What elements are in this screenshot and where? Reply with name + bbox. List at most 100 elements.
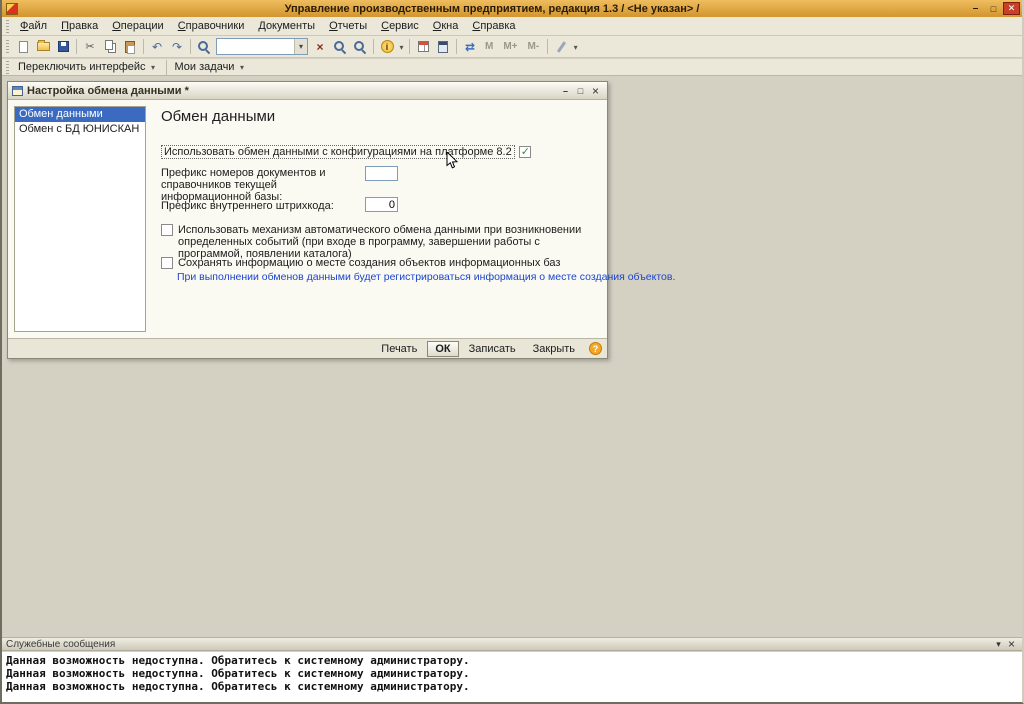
service-menu-button[interactable]	[551, 37, 571, 56]
toolbar-separator	[165, 59, 167, 75]
settings-section-list: Обмен данными Обмен с БД ЮНИСКАН	[14, 106, 146, 332]
write-button[interactable]: Записать	[462, 342, 523, 356]
my-tasks-button[interactable]: Мои задачи	[170, 60, 252, 74]
switch-interface-button[interactable]: Переключить интерфейс	[13, 60, 163, 74]
menu-operations[interactable]: Операции	[105, 18, 170, 34]
menu-help[interactable]: Справка	[465, 18, 522, 34]
redo-button[interactable]	[167, 37, 187, 56]
barcode-prefix-label: Префикс внутреннего штрихкода:	[161, 200, 334, 212]
search-icon	[354, 40, 366, 53]
find-in-list-button[interactable]	[330, 37, 350, 56]
dialog-maximize-button[interactable]	[573, 84, 588, 97]
window-maximize-button[interactable]	[985, 2, 1002, 15]
search-icon	[198, 40, 210, 53]
list-item-data-exchange[interactable]: Обмен данными	[15, 107, 145, 122]
main-toolbar: M M+ M-	[2, 36, 1022, 58]
service-messages-body: Данная возможность недоступна. Обратитес…	[2, 652, 1022, 702]
dialog-body: Обмен данными Обмен с БД ЮНИСКАН Обмен д…	[8, 100, 675, 338]
clear-icon	[316, 40, 323, 54]
close-button[interactable]: Закрыть	[526, 342, 582, 356]
menu-reports[interactable]: Отчеты	[322, 18, 374, 34]
info-icon	[380, 40, 394, 53]
save-location-checkbox[interactable]	[161, 257, 173, 269]
open-folder-icon	[36, 40, 50, 51]
toolbar-separator	[76, 39, 77, 54]
auto-exchange-row: Использовать механизм автоматического об…	[161, 224, 586, 260]
open-button[interactable]	[33, 37, 53, 56]
menu-documents[interactable]: Документы	[251, 18, 322, 34]
toolbar-separator	[456, 39, 457, 54]
menu-file[interactable]: Файл	[13, 18, 54, 34]
toolbar-separator	[373, 39, 374, 54]
memory-subtract-button[interactable]: M-	[523, 41, 545, 52]
info-menu-button[interactable]	[377, 37, 397, 56]
find-next-button[interactable]	[350, 37, 370, 56]
help-button[interactable]	[589, 342, 602, 355]
window-close-button[interactable]	[1003, 2, 1020, 15]
ok-button[interactable]: ОК	[427, 340, 459, 357]
cut-icon	[85, 40, 94, 53]
dialog-minimize-button[interactable]	[558, 84, 573, 97]
copy-button[interactable]	[100, 37, 120, 56]
data-exchange-icon	[465, 40, 475, 54]
memory-recall-button[interactable]: M	[480, 41, 498, 52]
calculator-icon	[438, 40, 448, 53]
undo-button[interactable]	[147, 37, 167, 56]
new-document-icon	[18, 40, 28, 53]
find-button[interactable]	[194, 37, 214, 56]
dialog-titlebar[interactable]: Настройка обмена данными *	[8, 82, 607, 100]
search-icon	[334, 40, 346, 53]
use-exchange-checkbox[interactable]	[518, 145, 531, 158]
exchange-settings-dialog: Настройка обмена данными * Обмен данными…	[7, 81, 675, 359]
menu-windows[interactable]: Окна	[426, 18, 466, 34]
search-combo[interactable]	[216, 38, 308, 55]
prefix-numbers-input[interactable]	[365, 166, 398, 181]
save-button[interactable]	[53, 37, 73, 56]
message-line: Данная возможность недоступна. Обратитес…	[6, 667, 470, 680]
dialog-close-button[interactable]	[588, 84, 603, 97]
toolbar-grip[interactable]	[6, 40, 9, 53]
paste-icon	[125, 40, 135, 54]
messages-close-button[interactable]	[1005, 638, 1018, 650]
toolbar-separator	[190, 39, 191, 54]
save-location-label: Сохранять информацию о месте создания об…	[178, 257, 561, 269]
print-button[interactable]: Печать	[374, 342, 424, 356]
cut-button[interactable]	[80, 37, 100, 56]
calendar-button[interactable]	[413, 37, 433, 56]
search-input[interactable]	[217, 40, 294, 53]
switch-interface-caret-icon	[149, 61, 158, 73]
window-title: Управление производственным предприятием…	[284, 2, 700, 15]
search-combo-caret-icon[interactable]	[294, 39, 307, 54]
mouse-cursor	[446, 150, 459, 173]
auto-exchange-checkbox[interactable]	[161, 224, 173, 236]
paste-button[interactable]	[120, 37, 140, 56]
my-tasks-caret-icon	[237, 61, 246, 73]
calculator-button[interactable]	[433, 37, 453, 56]
exchange-button[interactable]	[460, 37, 480, 56]
info-menu-caret-icon[interactable]	[397, 41, 406, 53]
application-window: Управление производственным предприятием…	[0, 0, 1024, 704]
dialog-footer: Печать ОК Записать Закрыть	[8, 338, 607, 358]
service-messages-panel: Служебные сообщения Данная возможность н…	[2, 637, 1022, 702]
service-messages-title: Служебные сообщения	[6, 638, 116, 650]
messages-menu-caret-icon[interactable]	[992, 638, 1005, 650]
message-line: Данная возможность недоступна. Обратитес…	[6, 680, 470, 693]
menubar-grip[interactable]	[6, 19, 9, 33]
service-messages-header: Служебные сообщения	[2, 637, 1022, 651]
window-minimize-button[interactable]	[967, 2, 984, 15]
use-exchange-label: Использовать обмен данными с конфигураци…	[161, 145, 515, 159]
service-menu-caret-icon[interactable]	[571, 41, 580, 53]
menu-edit[interactable]: Правка	[54, 18, 105, 34]
list-item-uniscan-exchange[interactable]: Обмен с БД ЮНИСКАН	[15, 122, 145, 137]
my-tasks-label: Мои задачи	[174, 61, 235, 73]
barcode-prefix-input[interactable]	[365, 197, 398, 212]
new-document-button[interactable]	[13, 37, 33, 56]
menu-service[interactable]: Сервис	[374, 18, 426, 34]
interface-toolbar: Переключить интерфейс Мои задачи	[2, 59, 1022, 76]
menu-catalogs[interactable]: Справочники	[171, 18, 252, 34]
window-titlebar[interactable]: Управление производственным предприятием…	[2, 0, 1022, 17]
memory-add-button[interactable]: M+	[498, 41, 522, 52]
toolbar-grip[interactable]	[6, 60, 9, 74]
clear-search-button[interactable]	[310, 37, 330, 56]
toolbar-separator	[547, 39, 549, 54]
